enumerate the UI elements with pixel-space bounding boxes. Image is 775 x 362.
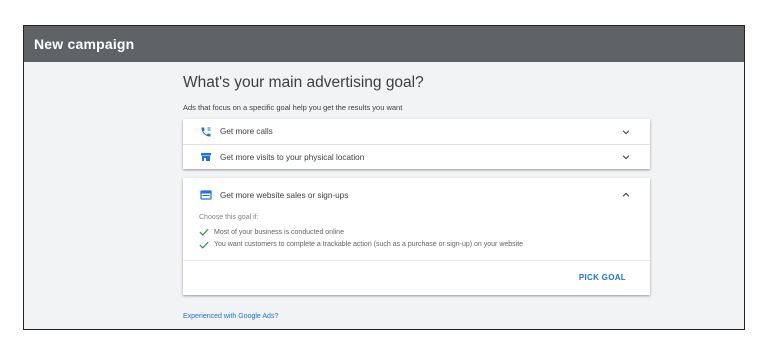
goal-subheading: Ads that focus on a specific goal help y… xyxy=(183,103,403,112)
list-item: You want customers to complete a trackab… xyxy=(199,239,523,252)
expanded-goal-card: Get more website sales or sign-ups Choos… xyxy=(183,178,650,295)
list-item: Most of your business is conducted onlin… xyxy=(199,226,523,239)
chevron-down-icon[interactable] xyxy=(620,151,632,163)
browser-window-icon xyxy=(199,188,213,202)
goal-label-calls: Get more calls xyxy=(220,127,273,136)
page-title: New campaign xyxy=(34,36,135,52)
collapsed-goals-card: Get more calls Get more visits to your p… xyxy=(183,119,650,169)
experienced-with-google-ads-link[interactable]: Experienced with Google Ads? xyxy=(183,313,278,320)
card-divider xyxy=(183,260,650,261)
goal-label-visits: Get more visits to your physical locatio… xyxy=(220,152,365,162)
criteria-text: Most of your business is conducted onlin… xyxy=(214,228,344,236)
goal-option-visits[interactable]: Get more visits to your physical locatio… xyxy=(183,144,650,169)
goal-option-website-sales[interactable]: Get more website sales or sign-ups xyxy=(183,178,650,212)
pick-goal-button[interactable]: PICK GOAL xyxy=(579,273,626,282)
goal-label-website-sales: Get more website sales or sign-ups xyxy=(220,190,349,200)
chevron-up-icon[interactable] xyxy=(620,189,632,201)
phone-icon xyxy=(199,125,213,139)
storefront-icon xyxy=(199,150,213,164)
checkmark-icon xyxy=(199,228,210,237)
header-bar: New campaign xyxy=(24,26,744,62)
checkmark-icon xyxy=(199,240,210,249)
goal-criteria-list: Most of your business is conducted onlin… xyxy=(199,226,523,251)
goal-option-calls[interactable]: Get more calls xyxy=(183,119,650,144)
goal-question-heading: What's your main advertising goal? xyxy=(183,74,424,91)
choose-goal-if-label: Choose this goal if: xyxy=(199,214,259,221)
app-frame: New campaign What's your main advertisin… xyxy=(23,25,745,330)
criteria-text: You want customers to complete a trackab… xyxy=(214,241,524,249)
chevron-down-icon[interactable] xyxy=(620,126,632,138)
